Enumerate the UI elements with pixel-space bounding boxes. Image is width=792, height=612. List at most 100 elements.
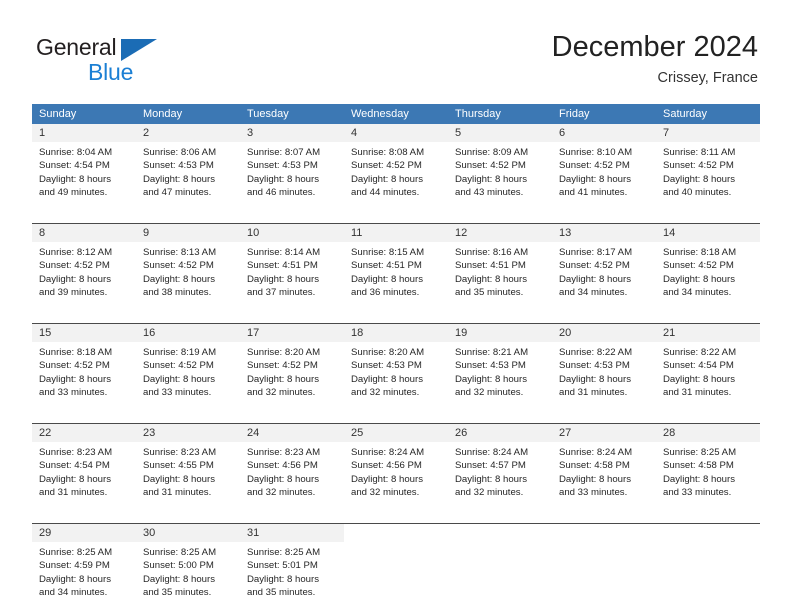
day-number: 2: [136, 124, 240, 142]
day-number: 29: [32, 524, 136, 542]
day-of-week-header-tuesday: Tuesday: [247, 108, 289, 120]
day-daylight-line2-text: and 32 minutes.: [351, 487, 420, 499]
day-sunset-text: Sunset: 4:52 PM: [247, 360, 318, 372]
calendar-day-cell[interactable]: 10 Sunrise: 8:14 AM Sunset: 4:51 PM Dayligh…: [240, 224, 344, 310]
day-daylight-line1-text: Daylight: 8 hours: [143, 573, 215, 585]
day-sun-info: Sunrise: 8:15 AM Sunset: 4:51 PM Daylight:…: [344, 242, 448, 308]
calendar-day-cell[interactable]: 9 Sunrise: 8:13 AM Sunset: 4:52 PM Daylight…: [136, 224, 240, 310]
calendar-day-cell[interactable]: 24 Sunrise: 8:23 AM Sunset: 4:56 PM Dayligh…: [240, 424, 344, 510]
calendar-day-cell[interactable]: 2 Sunrise: 8:06 AM Sunset: 4:53 PM Daylight…: [136, 124, 240, 210]
calendar-day-cell[interactable]: 18 Sunrise: 8:20 AM Sunset: 4:53 PM Dayligh…: [344, 324, 448, 410]
calendar-week-inner: 1 Sunrise: 8:04 AM Sunset: 4:54 PM Daylight…: [32, 124, 760, 210]
day-sunset-text: Sunset: 4:58 PM: [559, 460, 630, 472]
day-number: 22: [32, 424, 136, 442]
day-sunset-text: Sunset: 4:53 PM: [455, 360, 526, 372]
day-daylight-line2-text: and 36 minutes.: [351, 287, 420, 299]
day-sunset-text: Sunset: 4:52 PM: [455, 160, 526, 172]
calendar-day-cell[interactable]: 30 Sunrise: 8:25 AM Sunset: 5:00 PM Dayligh…: [136, 524, 240, 610]
day-sunrise-text: Sunrise: 8:23 AM: [247, 447, 321, 458]
day-daylight-line1-text: Daylight: 8 hours: [39, 473, 111, 485]
day-daylight-line2-text: and 31 minutes.: [663, 387, 732, 399]
calendar-day-cell[interactable]: 4 Sunrise: 8:08 AM Sunset: 4:52 PM Daylight…: [344, 124, 448, 210]
calendar-day-cell-empty: [552, 524, 656, 610]
calendar-day-cell[interactable]: 13 Sunrise: 8:17 AM Sunset: 4:52 PM Dayligh…: [552, 224, 656, 310]
day-sunrise-text: Sunrise: 8:18 AM: [663, 247, 737, 258]
calendar-weeks: 1 Sunrise: 8:04 AM Sunset: 4:54 PM Daylight…: [32, 124, 760, 610]
calendar-day-cell[interactable]: 7 Sunrise: 8:11 AM Sunset: 4:52 PM Daylight…: [656, 124, 760, 210]
day-sunrise-text: Sunrise: 8:25 AM: [143, 547, 217, 558]
calendar-day-cell[interactable]: 27 Sunrise: 8:24 AM Sunset: 4:58 PM Dayligh…: [552, 424, 656, 510]
calendar-day-cell[interactable]: 26 Sunrise: 8:24 AM Sunset: 4:57 PM Dayligh…: [448, 424, 552, 510]
day-sunrise-text: Sunrise: 8:11 AM: [663, 147, 736, 158]
calendar-day-cell[interactable]: 29 Sunrise: 8:25 AM Sunset: 4:59 PM Dayligh…: [32, 524, 136, 610]
calendar-day-cell[interactable]: 20 Sunrise: 8:22 AM Sunset: 4:53 PM Dayligh…: [552, 324, 656, 410]
day-daylight-line2-text: and 31 minutes.: [143, 487, 212, 499]
calendar-day-cell[interactable]: 31 Sunrise: 8:25 AM Sunset: 5:01 PM Dayligh…: [240, 524, 344, 610]
calendar-day-cell[interactable]: 17 Sunrise: 8:20 AM Sunset: 4:52 PM Dayligh…: [240, 324, 344, 410]
calendar-day-cell[interactable]: 8 Sunrise: 8:12 AM Sunset: 4:52 PM Daylight…: [32, 224, 136, 310]
calendar-day-cell[interactable]: 28 Sunrise: 8:25 AM Sunset: 4:58 PM Dayligh…: [656, 424, 760, 510]
day-sunrise-text: Sunrise: 8:04 AM: [39, 147, 113, 158]
day-daylight-line2-text: and 32 minutes.: [247, 487, 316, 499]
calendar-day-cell[interactable]: 6 Sunrise: 8:10 AM Sunset: 4:52 PM Daylight…: [552, 124, 656, 210]
calendar-week-row: 1 Sunrise: 8:04 AM Sunset: 4:54 PM Daylight…: [32, 124, 760, 210]
calendar-day-cell[interactable]: 11 Sunrise: 8:15 AM Sunset: 4:51 PM Dayligh…: [344, 224, 448, 310]
calendar-day-cell[interactable]: 1 Sunrise: 8:04 AM Sunset: 4:54 PM Daylight…: [32, 124, 136, 210]
calendar-day-cell[interactable]: 23 Sunrise: 8:23 AM Sunset: 4:55 PM Dayligh…: [136, 424, 240, 510]
day-daylight-line2-text: and 33 minutes.: [143, 387, 212, 399]
generalblue-logo[interactable]: General Blue: [36, 34, 216, 90]
day-number: 13: [552, 224, 656, 242]
day-daylight-line1-text: Daylight: 8 hours: [351, 173, 423, 185]
calendar-week-row: 29 Sunrise: 8:25 AM Sunset: 4:59 PM Dayligh…: [32, 523, 760, 610]
day-of-week-header-friday: Friday: [559, 108, 590, 120]
location-subtitle: Crissey, France: [657, 70, 758, 86]
day-number: 1: [32, 124, 136, 142]
day-sunset-text: Sunset: 4:55 PM: [143, 460, 214, 472]
calendar-day-cell[interactable]: 22 Sunrise: 8:23 AM Sunset: 4:54 PM Dayligh…: [32, 424, 136, 510]
calendar-day-cell[interactable]: 3 Sunrise: 8:07 AM Sunset: 4:53 PM Daylight…: [240, 124, 344, 210]
day-sunset-text: Sunset: 5:00 PM: [143, 560, 214, 572]
day-sunrise-text: Sunrise: 8:06 AM: [143, 147, 217, 158]
day-number: 26: [448, 424, 552, 442]
day-daylight-line1-text: Daylight: 8 hours: [143, 473, 215, 485]
day-sunrise-text: Sunrise: 8:13 AM: [143, 247, 217, 258]
day-sunset-text: Sunset: 4:59 PM: [39, 560, 110, 572]
calendar-day-cell[interactable]: 21 Sunrise: 8:22 AM Sunset: 4:54 PM Dayligh…: [656, 324, 760, 410]
day-daylight-line2-text: and 40 minutes.: [663, 187, 732, 199]
calendar-day-cell[interactable]: 12 Sunrise: 8:16 AM Sunset: 4:51 PM Dayligh…: [448, 224, 552, 310]
day-daylight-line2-text: and 33 minutes.: [559, 487, 628, 499]
day-sunrise-text: Sunrise: 8:15 AM: [351, 247, 425, 258]
calendar-day-cell[interactable]: 5 Sunrise: 8:09 AM Sunset: 4:52 PM Daylight…: [448, 124, 552, 210]
day-daylight-line1-text: Daylight: 8 hours: [663, 473, 735, 485]
day-daylight-line2-text: and 35 minutes.: [455, 287, 524, 299]
day-daylight-line2-text: and 44 minutes.: [351, 187, 420, 199]
day-daylight-line1-text: Daylight: 8 hours: [351, 473, 423, 485]
day-number: 23: [136, 424, 240, 442]
day-sun-info: Sunrise: 8:23 AM Sunset: 4:56 PM Daylight:…: [240, 442, 344, 508]
calendar-day-cell[interactable]: 19 Sunrise: 8:21 AM Sunset: 4:53 PM Dayligh…: [448, 324, 552, 410]
day-number: 21: [656, 324, 760, 342]
day-of-week-header-sunday: Sunday: [39, 108, 77, 120]
day-sunrise-text: Sunrise: 8:17 AM: [559, 247, 633, 258]
calendar-day-cell[interactable]: 25 Sunrise: 8:24 AM Sunset: 4:56 PM Dayligh…: [344, 424, 448, 510]
day-daylight-line1-text: Daylight: 8 hours: [663, 373, 735, 385]
page-title: December 2024: [551, 31, 758, 63]
day-number: 30: [136, 524, 240, 542]
day-daylight-line1-text: Daylight: 8 hours: [247, 473, 319, 485]
day-number: 12: [448, 224, 552, 242]
calendar-week-inner: 15 Sunrise: 8:18 AM Sunset: 4:52 PM Dayligh…: [32, 324, 760, 410]
day-of-week-header-monday: Monday: [143, 108, 183, 120]
day-daylight-line2-text: and 47 minutes.: [143, 187, 212, 199]
day-sunset-text: Sunset: 4:53 PM: [351, 360, 422, 372]
calendar-week-inner: 22 Sunrise: 8:23 AM Sunset: 4:54 PM Dayligh…: [32, 424, 760, 510]
day-sunset-text: Sunset: 4:52 PM: [663, 260, 734, 272]
calendar-day-cell[interactable]: 16 Sunrise: 8:19 AM Sunset: 4:52 PM Dayligh…: [136, 324, 240, 410]
day-daylight-line2-text: and 39 minutes.: [39, 287, 108, 299]
calendar-day-cell[interactable]: 14 Sunrise: 8:18 AM Sunset: 4:52 PM Dayligh…: [656, 224, 760, 310]
day-number: 20: [552, 324, 656, 342]
day-sunrise-text: Sunrise: 8:16 AM: [455, 247, 529, 258]
calendar-day-cell[interactable]: 15 Sunrise: 8:18 AM Sunset: 4:52 PM Dayligh…: [32, 324, 136, 410]
calendar-day-cell-empty: [344, 524, 448, 610]
day-number: 9: [136, 224, 240, 242]
day-daylight-line1-text: Daylight: 8 hours: [455, 473, 527, 485]
